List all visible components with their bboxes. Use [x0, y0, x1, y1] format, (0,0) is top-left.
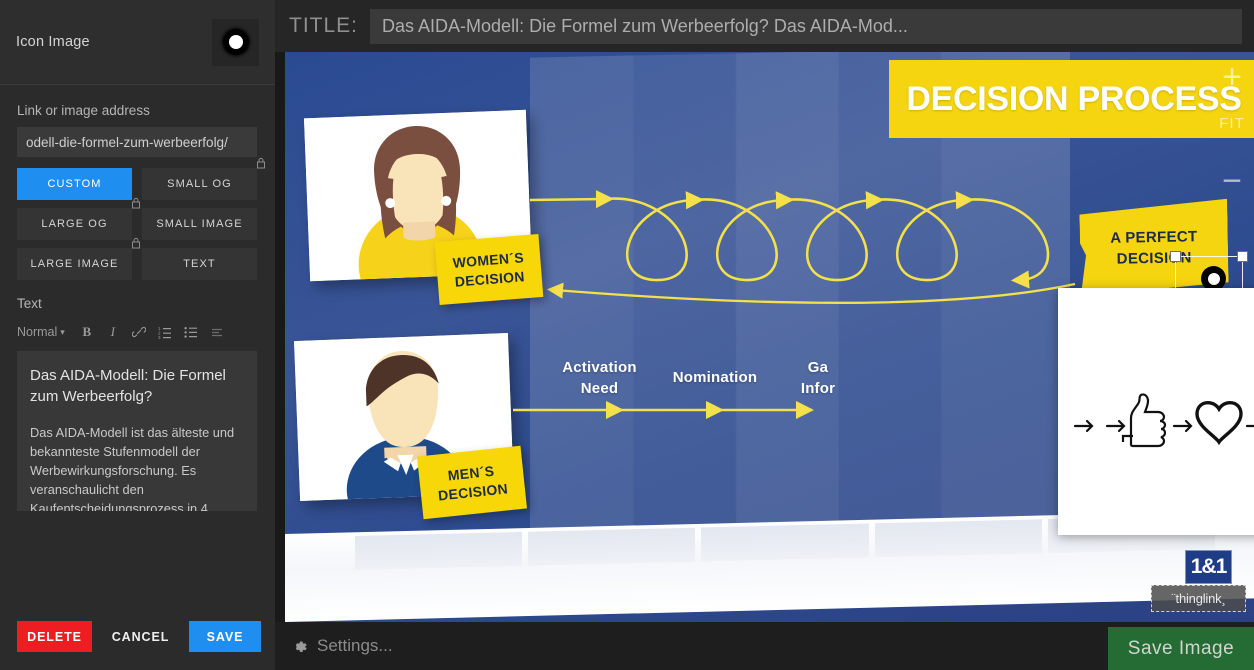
stage-label-2-line1: Nomination: [672, 369, 758, 386]
lock-icon: [131, 197, 141, 209]
resize-handle-right[interactable]: [1237, 251, 1248, 262]
main-area: TITLE: DECISION PROCESS: [275, 0, 1254, 670]
zoom-out-button[interactable]: −: [1210, 164, 1254, 198]
stage-label-nomination: Nomination: [660, 367, 770, 388]
arrow-right-icon: [1105, 419, 1126, 432]
card-type-small-image-label: SMALL IMAGE: [156, 218, 243, 230]
heart-icon: [1195, 400, 1243, 445]
align-button[interactable]: [205, 321, 229, 343]
card-type-text[interactable]: TEXT: [142, 248, 257, 280]
italic-button[interactable]: I: [101, 321, 125, 343]
arrow-right-icon: [1245, 424, 1254, 427]
card-type-small-og-label: SMALL OG: [167, 178, 232, 190]
text-style-value: Normal: [17, 325, 58, 339]
bold-icon: B: [82, 324, 92, 339]
title-bar: TITLE:: [275, 0, 1254, 52]
tag-perfect-decision-line1: A PERFECT: [1110, 227, 1198, 247]
ordered-list-button[interactable]: 123: [153, 321, 177, 343]
text-editor-body: Das AIDA-Modell ist das älteste und beka…: [30, 425, 235, 511]
bullet-list-icon: [184, 325, 198, 339]
card-type-text-label: TEXT: [183, 258, 216, 270]
editor-sidebar: Icon Image Link or image address CUSTOM …: [0, 0, 275, 670]
thumbs-up-icon: [1129, 392, 1167, 447]
lock-icon: [131, 237, 141, 249]
save-image-button[interactable]: Save Image: [1108, 627, 1254, 670]
text-section: Text Normal ▾ B I 1 2 3 Das AIDA-Modell:…: [0, 280, 275, 511]
link-icon: [131, 325, 146, 339]
thinglink-editor: Icon Image Link or image address CUSTOM …: [0, 0, 1254, 670]
italic-icon: I: [110, 324, 115, 339]
stage-label-activation-need: Activation Need: [547, 357, 652, 399]
card-type-small-image[interactable]: SMALL IMAGE: [142, 208, 257, 240]
card-type-custom[interactable]: CUSTOM: [17, 168, 132, 200]
delete-button[interactable]: DELETE: [17, 621, 92, 652]
icon-image-preview[interactable]: [212, 18, 259, 66]
rich-text-toolbar: Normal ▾ B I 123: [17, 320, 258, 344]
stage-label-3-line1: Ga: [807, 359, 829, 376]
tag-womens-decision-line2: DECISION: [454, 267, 526, 290]
thinglink-watermark: ¨thinglink¸: [1151, 585, 1246, 612]
link-field-block: Link or image address CUSTOM SMALL OG LA…: [0, 85, 275, 280]
brand-1and1-logo: 1&1: [1185, 550, 1232, 584]
card-type-small-og[interactable]: SMALL OG: [142, 157, 265, 200]
card-type-large-og-label: LARGE OG: [41, 218, 108, 230]
link-input[interactable]: [17, 127, 257, 157]
card-type-large-image-label: LARGE IMAGE: [30, 258, 119, 270]
selection-line-top: [1175, 256, 1239, 257]
text-editor-title: Das AIDA-Modell: Die Formel zum Werbeerf…: [30, 367, 226, 405]
popup-media: [1058, 288, 1254, 535]
arrow-right-icon: [1172, 419, 1193, 432]
popup-icon-strip: [1073, 392, 1254, 447]
decision-process-banner-text: DECISION PROCESS: [906, 79, 1242, 118]
text-editor-area[interactable]: Das AIDA-Modell: Die Formel zum Werbeerf…: [17, 351, 257, 511]
bold-button[interactable]: B: [75, 321, 99, 343]
resize-handle-left[interactable]: [1170, 251, 1181, 262]
card-type-large-image[interactable]: LARGE IMAGE: [17, 237, 140, 280]
icon-image-label: Icon Image: [16, 34, 90, 50]
stage-label-1-line1: Activation: [562, 359, 637, 376]
zoom-controls: + FIT −: [1210, 52, 1254, 227]
card-type-button-grid: CUSTOM SMALL OG LARGE OG SMALL IMAGE LAR…: [17, 157, 265, 280]
gear-icon: [295, 640, 307, 652]
zoom-in-button[interactable]: +: [1210, 60, 1254, 94]
cancel-button[interactable]: CANCEL: [102, 621, 179, 652]
link-field-label: Link or image address: [17, 103, 150, 118]
chevron-down-icon: ▾: [60, 326, 65, 337]
watermark: 1&1 ¨thinglink¸: [1151, 550, 1246, 612]
text-field-label: Text: [17, 296, 42, 311]
decision-process-banner: DECISION PROCESS: [889, 60, 1254, 138]
tag-popup-card: Das AIDA-Modell: Die Formel zum Werbeerf…: [1058, 288, 1254, 535]
tag-mens-decision: MEN´S DECISION: [416, 445, 528, 520]
title-label: TITLE:: [289, 14, 359, 37]
align-icon: [210, 325, 224, 339]
icon-image-row: Icon Image: [0, 0, 275, 85]
circle-dot-icon: [222, 29, 249, 55]
settings-label: Settings...: [317, 636, 393, 655]
card-type-large-og[interactable]: LARGE OG: [17, 197, 140, 240]
ordered-list-icon: 123: [158, 325, 172, 339]
tag-womens-decision: WOMEN´S DECISION: [434, 234, 544, 305]
bullet-list-button[interactable]: [179, 321, 203, 343]
link-button[interactable]: [127, 321, 151, 343]
card-type-custom-label: CUSTOM: [47, 178, 102, 190]
stage-label-gathering-information: Ga Infor: [763, 357, 873, 399]
text-style-select[interactable]: Normal ▾: [17, 325, 65, 339]
stage-label-1-line2: Need: [580, 380, 619, 397]
title-input[interactable]: [370, 8, 1242, 44]
settings-button[interactable]: Settings...: [291, 636, 393, 656]
lock-icon: [256, 157, 266, 169]
save-button[interactable]: SAVE: [189, 621, 261, 652]
stage-label-3-line2: Infor: [800, 380, 836, 397]
arrow-right-icon: [1073, 419, 1094, 432]
svg-text:3: 3: [158, 335, 161, 339]
sidebar-action-row: DELETE CANCEL SAVE: [17, 621, 261, 652]
zoom-fit-button[interactable]: FIT: [1210, 112, 1254, 134]
